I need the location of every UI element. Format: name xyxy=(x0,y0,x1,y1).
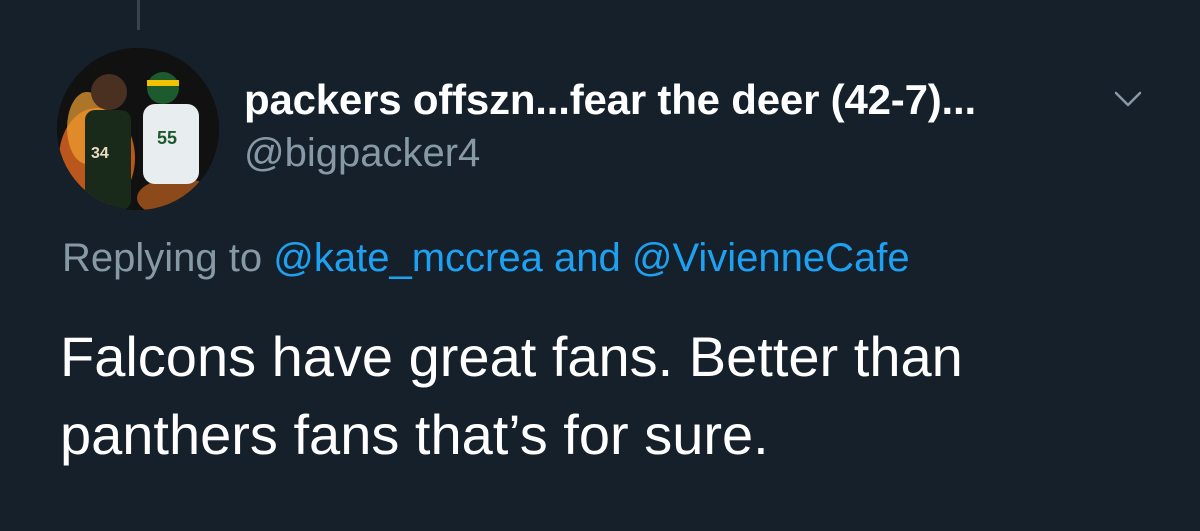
mention-link-kate[interactable]: @kate_mccrea xyxy=(273,236,543,280)
tweet-text-line: Falcons have great fans. Better than xyxy=(60,325,963,388)
profile-avatar-icon[interactable]: 34 55 xyxy=(57,48,219,210)
thread-connector-line xyxy=(137,0,140,30)
mention-link-vivienne[interactable]: @VivienneCafe xyxy=(632,236,910,280)
chevron-down-icon[interactable] xyxy=(1110,84,1146,114)
tweet-text: Falcons have great fans. Better than pan… xyxy=(60,318,1160,474)
svg-text:34: 34 xyxy=(91,145,109,162)
replying-prefix: Replying to xyxy=(62,236,263,280)
display-name[interactable]: packers offszn...fear the deer (42-7)... xyxy=(244,76,976,124)
user-handle[interactable]: @bigpacker4 xyxy=(244,131,480,176)
replying-joiner[interactable]: and xyxy=(554,236,621,280)
replying-to-line: Replying to @kate_mccrea and @VivienneCa… xyxy=(62,236,910,281)
svg-text:55: 55 xyxy=(157,128,177,148)
tweet-text-line: panthers fans that’s for sure. xyxy=(60,403,769,466)
